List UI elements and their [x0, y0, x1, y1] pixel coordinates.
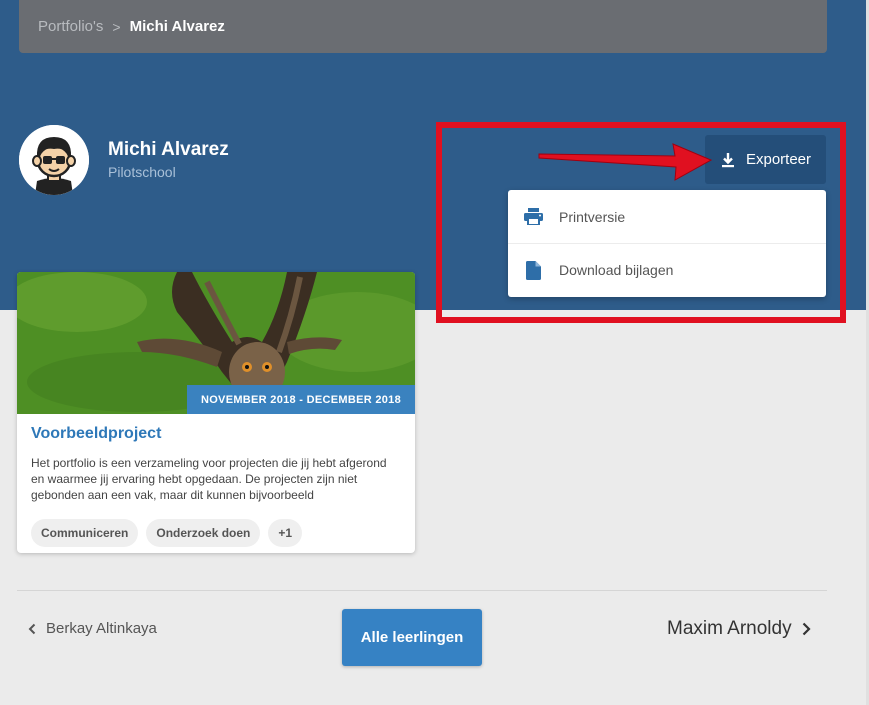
project-title[interactable]: Voorbeeldproject: [31, 425, 161, 443]
next-student-link[interactable]: Maxim Arnoldy: [667, 618, 811, 640]
all-students-button[interactable]: Alle leerlingen: [342, 609, 482, 666]
student-name: Michi Alvarez: [108, 139, 229, 160]
tag-communiceren: Communiceren: [31, 519, 139, 547]
breadcrumb: Portfolio's > Michi Alvarez: [19, 0, 827, 53]
chevron-right-icon: [802, 622, 811, 636]
arrow-icon: [538, 143, 713, 181]
breadcrumb-portfolios-link[interactable]: Portfolio's: [38, 18, 103, 35]
student-avatar-icon: [19, 125, 89, 195]
chevron-left-icon: [28, 623, 36, 634]
project-tags: Communiceren Onderzoek doen +1: [31, 519, 310, 547]
avatar: [19, 125, 89, 195]
previous-student-link[interactable]: Berkay Altinkaya: [28, 620, 157, 637]
tag-onderzoek-doen: Onderzoek doen: [146, 519, 261, 547]
project-image: NOVEMBER 2018 - DECEMBER 2018: [17, 272, 415, 414]
student-school: Pilotschool: [108, 164, 176, 180]
project-card[interactable]: NOVEMBER 2018 - DECEMBER 2018 Voorbeeldp…: [17, 272, 415, 553]
breadcrumb-separator: >: [112, 18, 121, 35]
footer-divider: [17, 590, 827, 591]
next-student-label: Maxim Arnoldy: [667, 618, 792, 639]
previous-student-label: Berkay Altinkaya: [46, 620, 157, 637]
project-date-badge: NOVEMBER 2018 - DECEMBER 2018: [186, 385, 415, 414]
breadcrumb-current: Michi Alvarez: [129, 18, 225, 35]
tag-more: +1: [268, 519, 303, 547]
project-description: Het portfolio is een verzameling voor pr…: [31, 456, 387, 502]
